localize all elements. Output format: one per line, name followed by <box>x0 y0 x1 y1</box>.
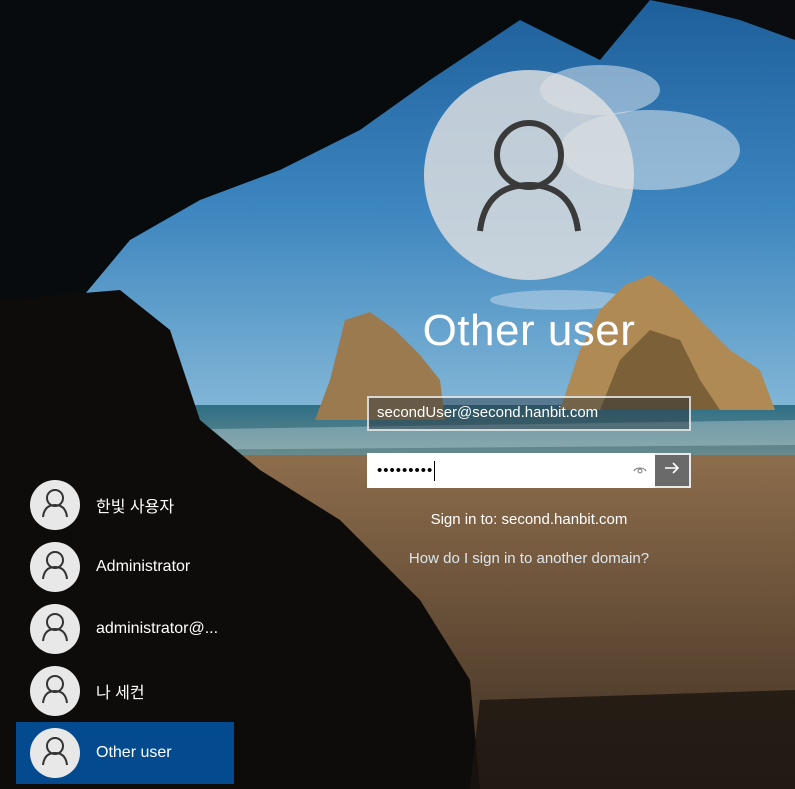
user-avatar <box>30 542 80 592</box>
user-list: 한빛 사용자 Administrator administrator@... 나… <box>16 474 234 784</box>
user-name: Other user <box>96 744 172 761</box>
user-name: 나 세컨 <box>96 685 145 702</box>
user-avatar-large <box>424 70 634 280</box>
user-avatar <box>30 480 80 530</box>
user-silhouette-icon <box>41 736 69 771</box>
selected-user-name: Other user <box>422 306 636 355</box>
user-silhouette-icon <box>41 674 69 709</box>
reveal-password-button[interactable] <box>625 455 655 486</box>
other-domain-link[interactable]: How do I sign in to another domain? <box>367 550 691 567</box>
user-avatar <box>30 728 80 778</box>
user-name: 한빛 사용자 <box>96 499 175 516</box>
user-silhouette-icon <box>474 113 584 238</box>
password-field[interactable]: ••••••••• <box>367 453 691 488</box>
user-silhouette-icon <box>41 612 69 647</box>
user-item-second[interactable]: 나 세컨 <box>16 660 234 722</box>
password-mask: ••••••••• <box>377 462 434 479</box>
username-input[interactable]: secondUser@second.hanbit.com <box>367 396 691 431</box>
sign-in-domain-text: Sign in to: second.hanbit.com <box>430 511 628 528</box>
user-silhouette-icon <box>41 550 69 585</box>
text-caret <box>434 460 436 481</box>
user-name: administrator@... <box>96 620 219 637</box>
user-avatar <box>30 604 80 654</box>
user-name: Administrator <box>96 558 191 575</box>
user-item-administrator-domain[interactable]: administrator@... <box>16 598 234 660</box>
password-input[interactable]: ••••••••• <box>369 455 625 486</box>
user-silhouette-icon <box>41 488 69 523</box>
eye-icon <box>633 462 647 480</box>
arrow-right-icon <box>664 461 680 480</box>
user-item-administrator[interactable]: Administrator <box>16 536 234 598</box>
user-avatar <box>30 666 80 716</box>
submit-button[interactable] <box>655 453 691 488</box>
user-item-other-user[interactable]: Other user <box>16 722 234 784</box>
user-item-hanbit[interactable]: 한빛 사용자 <box>16 474 234 536</box>
